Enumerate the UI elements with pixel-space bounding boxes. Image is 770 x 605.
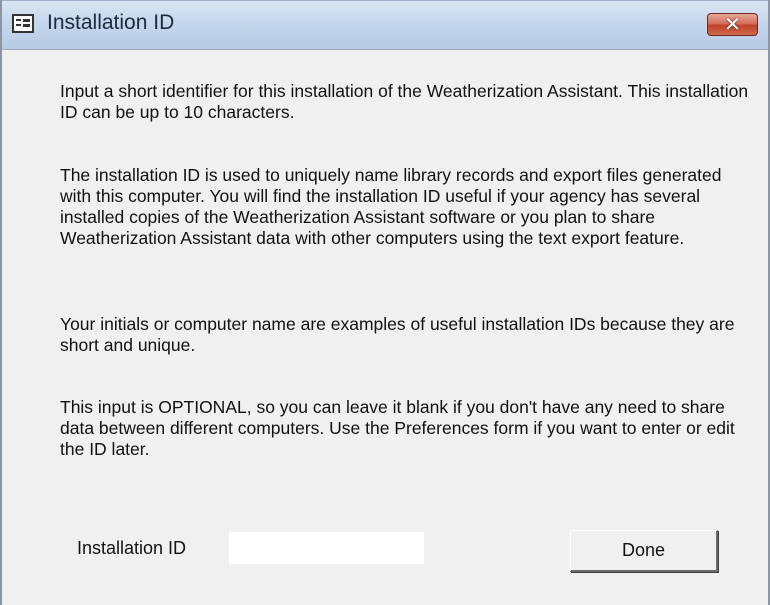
title-bar[interactable]: Installation ID ✕ <box>2 0 768 50</box>
close-button[interactable]: ✕ <box>707 13 758 36</box>
installation-id-dialog: Installation ID ✕ Input a short identifi… <box>0 0 770 605</box>
window-title: Installation ID <box>47 11 175 34</box>
form-icon <box>12 14 34 33</box>
optional-paragraph: This input is OPTIONAL, so you can leave… <box>60 397 735 459</box>
installation-id-label: Installation ID <box>77 538 187 558</box>
intro-paragraph: Input a short identifier for this instal… <box>60 81 749 122</box>
close-icon: ✕ <box>724 14 741 36</box>
examples-paragraph: Your initials or computer name are examp… <box>60 314 735 355</box>
done-button[interactable]: Done <box>570 530 718 572</box>
usage-paragraph: The installation ID is used to uniquely … <box>60 165 722 248</box>
installation-id-input[interactable] <box>229 532 424 564</box>
